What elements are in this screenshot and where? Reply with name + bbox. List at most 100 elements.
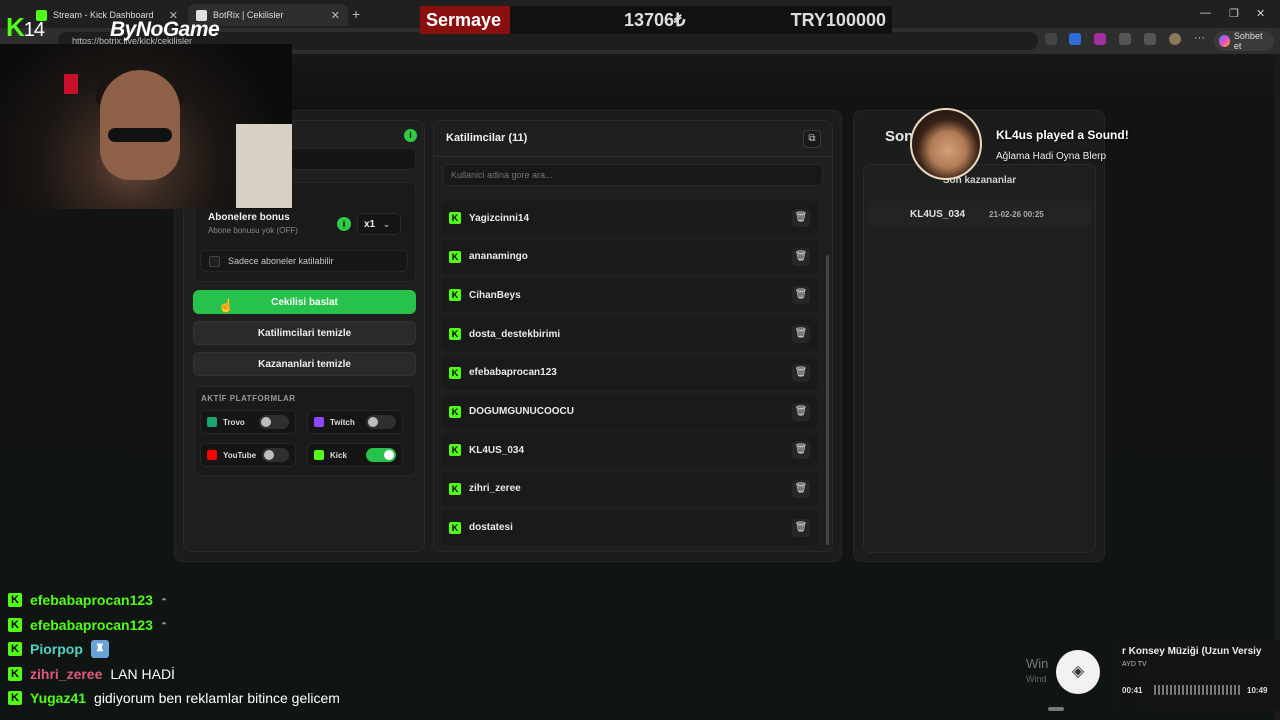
chat-message: K Piorpop ♜	[8, 638, 109, 660]
kick-icon: K	[8, 593, 22, 607]
divider	[433, 156, 833, 157]
media-current-time: 00:41	[1122, 686, 1143, 695]
chat-message: Kefebabaprocan123 ◓	[8, 589, 167, 611]
kick-icon: K	[449, 212, 461, 224]
participant-name: KL4US_034	[469, 444, 525, 456]
extension-icon[interactable]	[1094, 33, 1106, 45]
participant-row: K CihanBeys 🗑	[441, 278, 818, 313]
clear-participants-button[interactable]: Katilimcilari temizle	[193, 321, 416, 345]
kick-icon: K	[449, 482, 461, 495]
more-menu-icon[interactable]: ···	[1194, 32, 1205, 44]
platform-name: YouTube	[223, 450, 257, 460]
kick-icon: K	[449, 405, 461, 418]
trash-icon[interactable]: 🗑	[792, 363, 810, 382]
participant-name: zihri_zeree	[469, 483, 521, 495]
multiplier-value: x1	[364, 218, 376, 230]
copy-icon[interactable]: ⧉	[803, 130, 821, 148]
kick-icon: K	[8, 617, 22, 632]
media-player-icon[interactable]: ◈	[1056, 650, 1100, 694]
extensions-puzzle-icon[interactable]	[1119, 33, 1131, 45]
platform-twitch: Twitch	[307, 410, 403, 434]
profile-avatar[interactable]	[1169, 33, 1181, 45]
sub-only-checkbox-row[interactable]: Sadece aboneler katilabilir	[200, 250, 408, 272]
trovo-icon	[207, 417, 217, 427]
media-progress-bar[interactable]	[1048, 707, 1064, 711]
participant-list-scrollbar[interactable]	[826, 255, 829, 545]
platform-kick: Kick	[307, 443, 403, 467]
trash-icon[interactable]: 🗑	[792, 209, 810, 227]
mouse-cursor-icon: ☝	[218, 298, 235, 313]
sound-alert-subtitle: Ağlama Hadi Oyna Blerp	[996, 151, 1107, 162]
participant-name: dostatesi	[469, 522, 513, 534]
participant-name: efebabaprocan123	[469, 367, 557, 379]
participant-row: Kdostatesi 🗑	[441, 510, 818, 545]
participant-search-input[interactable]	[443, 164, 823, 186]
trash-icon[interactable]: 🗑	[792, 247, 810, 266]
kick-icon: K	[8, 666, 22, 681]
participant-name: Yagizcinni14	[469, 212, 530, 224]
platforms-title: AKTİF PLATFORMLAR	[201, 394, 296, 403]
trash-icon[interactable]: 🗑	[792, 402, 810, 421]
trash-icon[interactable]: 🗑	[792, 518, 810, 537]
trash-icon[interactable]: 🗑	[792, 325, 810, 344]
capital-target: TRY100000	[790, 9, 886, 30]
sub-only-checkbox[interactable]	[209, 255, 220, 267]
participant-name: DOGUMGUNUCOOCU	[469, 406, 574, 417]
maximize-icon[interactable]: ❐	[1229, 7, 1239, 20]
participant-row: Kefebabaprocan123 🗑	[441, 355, 818, 390]
capital-label: Sermaye	[420, 6, 510, 34]
chat-username: Yugaz41	[30, 690, 87, 707]
page-scrollbar[interactable]	[1274, 54, 1280, 720]
channel-logo: K14	[6, 12, 45, 42]
winner-row: KL4US_034 21-02-26 00:25	[868, 201, 1090, 227]
multiplier-select[interactable]: x1 ⌄	[357, 213, 401, 235]
kick-icon: K	[449, 366, 461, 379]
bonus-info-icon[interactable]: i	[337, 217, 351, 231]
webcam-background-object	[236, 124, 292, 208]
favorites-icon[interactable]	[1144, 33, 1156, 45]
clear-winners-button[interactable]: Kazananlari temizle	[193, 352, 416, 376]
kick-icon: K	[8, 642, 22, 657]
youtube-icon	[207, 450, 217, 460]
participant-row: Kdosta_destekbirimi 🗑	[441, 317, 818, 352]
new-tab-icon[interactable]: +	[352, 6, 360, 22]
sponsor-logo: ByNoGame	[110, 18, 220, 41]
webcam-flag	[64, 74, 78, 94]
platform-trovo: Trovo	[200, 410, 296, 434]
participant-name: ananamingo	[469, 251, 528, 263]
trash-icon[interactable]: 🗑	[792, 441, 810, 460]
twitch-toggle[interactable]	[366, 415, 396, 429]
copilot-button[interactable]: Sohbet et	[1214, 31, 1274, 51]
platform-name: Twitch	[330, 417, 355, 427]
kick-icon: K	[449, 521, 461, 534]
media-waveform[interactable]	[1154, 685, 1240, 695]
minimize-icon[interactable]: —	[1200, 7, 1211, 19]
kick-icon: K	[449, 328, 461, 341]
trash-icon[interactable]: 🗑	[792, 286, 810, 305]
chat-text: LAN HADİ	[110, 665, 175, 682]
sub-only-label: Sadece aboneler katilabilir	[228, 256, 334, 266]
winners-header: Son kazananlar	[942, 175, 1017, 186]
sound-alert-avatar	[910, 108, 982, 180]
chat-message: Kefebabaprocan123 ◓	[8, 614, 167, 636]
favorite-star-icon[interactable]	[1045, 33, 1057, 45]
kick-toggle[interactable]	[366, 448, 396, 462]
trash-icon[interactable]: 🗑	[792, 479, 810, 498]
kick-icon	[314, 450, 324, 460]
media-artist: AYD TV	[1122, 661, 1147, 668]
trovo-toggle[interactable]	[259, 415, 289, 429]
info-icon[interactable]: i	[404, 129, 417, 142]
windows-activation-text: Win	[1026, 656, 1049, 671]
close-tab-icon[interactable]: ✕	[331, 9, 340, 22]
participant-name: dosta_destekbirimi	[469, 328, 561, 340]
kick-icon: K	[449, 250, 461, 263]
youtube-toggle[interactable]	[262, 448, 289, 462]
extension-icon[interactable]	[1069, 33, 1081, 45]
close-window-icon[interactable]: ✕	[1256, 7, 1265, 20]
participant-row: Kananamingo 🗑	[441, 239, 818, 274]
platform-name: Trovo	[223, 417, 245, 427]
chevron-down-icon: ⌄	[383, 219, 390, 229]
windows-activation-subtext: Wind	[1026, 674, 1047, 684]
kick-icon: K	[449, 289, 461, 302]
bonus-subtitle: Abone bonusu yok (OFF)	[208, 226, 298, 235]
